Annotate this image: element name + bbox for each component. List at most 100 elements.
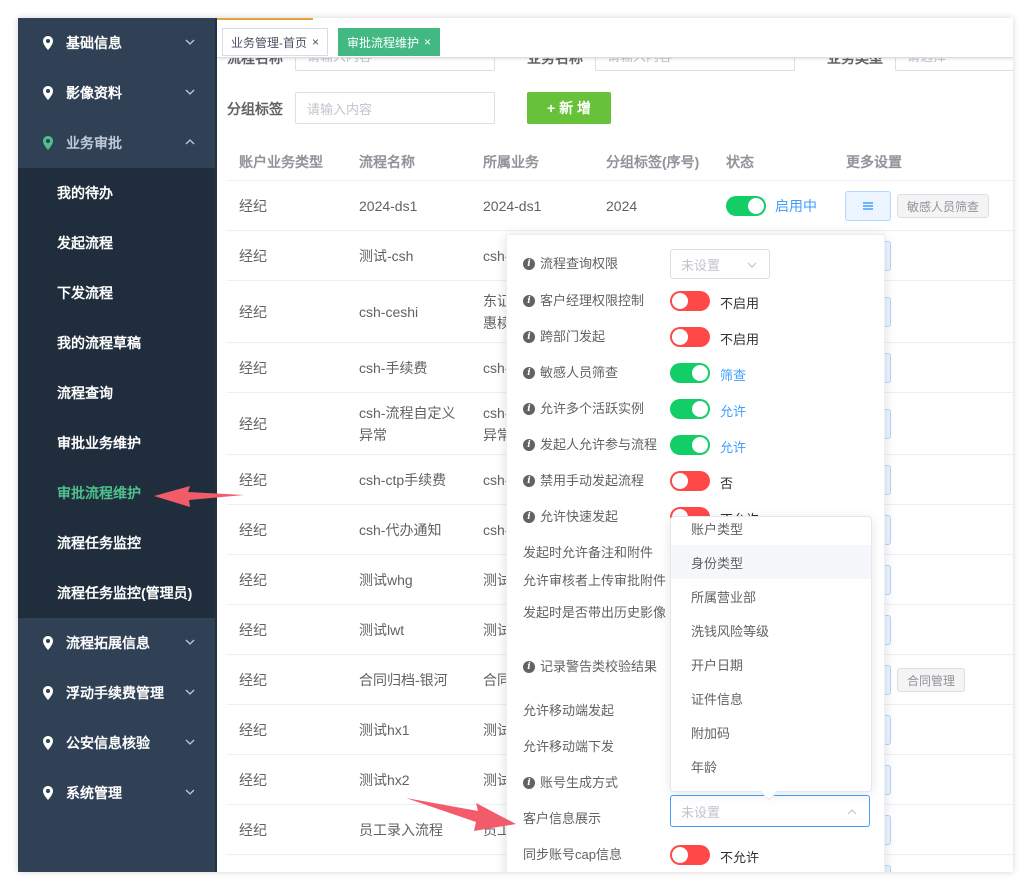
sidebar-item-process-query[interactable]: 流程查询 — [18, 368, 215, 418]
setting-switch[interactable] — [670, 327, 710, 347]
info-icon[interactable]: i — [523, 258, 535, 270]
sidebar-group-system-mgmt[interactable]: 系统管理 — [18, 768, 215, 818]
cell-process-name: csh-代办通知 — [359, 522, 442, 538]
setting-label-text: 允许移动端下发 — [523, 739, 615, 754]
cell-process-name: csh-流程自定义 异常 — [359, 405, 456, 443]
setting-label: 允许审核者上传审批附件 — [523, 572, 673, 590]
cell-account-type: 经纪 — [239, 722, 267, 738]
info-icon[interactable]: i — [523, 367, 535, 379]
info-icon[interactable]: i — [523, 511, 535, 523]
setting-label-text: 允许移动端发起 — [523, 703, 615, 718]
setting-label: i 账号生成方式 — [523, 774, 618, 792]
dropdown-option[interactable]: 附加码 — [671, 715, 871, 749]
sidebar-item-start-process[interactable]: 发起流程 — [18, 218, 215, 268]
setting-switch[interactable] — [670, 399, 710, 419]
col-header-more[interactable]: 更多设置 — [846, 152, 902, 172]
sidebar-item-approval-process-maint[interactable]: 审批流程维护 — [18, 468, 215, 518]
setting-label-text: 允许审核者上传审批附件 — [523, 573, 667, 588]
sidebar-item-task-monitor-admin[interactable]: 流程任务监控(管理员) — [18, 568, 215, 618]
cell-process-name: csh-ctp手续费 — [359, 472, 447, 488]
dropdown-option[interactable]: 洗钱风险等级 — [671, 613, 871, 647]
sidebar-item-my-drafts[interactable]: 我的流程草稿 — [18, 318, 215, 368]
sidebar-item-task-monitor[interactable]: 流程任务监控 — [18, 518, 215, 568]
setting-label-text: 流程查询权限 — [540, 256, 619, 271]
dropdown-option[interactable]: 开户日期 — [671, 647, 871, 681]
setting-switch-text: 筛查 — [720, 368, 747, 383]
chevron-down-icon — [747, 262, 757, 268]
setting-label-text: 敏感人员筛查 — [540, 365, 619, 380]
sidebar-group-label: 系统管理 — [66, 785, 122, 801]
cell-process-name: 测试hx1 — [359, 722, 410, 738]
location-pin-icon — [43, 686, 53, 700]
col-header-account-type[interactable]: 账户业务类型 — [239, 152, 323, 172]
add-button[interactable]: + 新 增 — [527, 92, 611, 124]
col-header-group-tag[interactable]: 分组标签(序号) — [606, 152, 699, 172]
tab-business-home[interactable]: 业务管理-首页 × — [222, 28, 329, 56]
chevron-up-icon — [185, 139, 195, 145]
setting-switch-text: 允许 — [720, 404, 747, 419]
sidebar-item-issue-process[interactable]: 下发流程 — [18, 268, 215, 318]
chevron-down-icon — [185, 739, 195, 745]
status-switch[interactable] — [726, 196, 766, 216]
setting-switch[interactable] — [670, 845, 710, 865]
sidebar-item-approval-business-maint[interactable]: 审批业务维护 — [18, 418, 215, 468]
sidebar-group-basic-info[interactable]: 基础信息 — [18, 18, 215, 68]
query-permission-select[interactable]: 未设置 — [670, 249, 770, 279]
dropdown-option[interactable]: 身份类型 — [671, 545, 871, 579]
sidebar-item-label: 发起流程 — [57, 235, 113, 251]
setting-switch[interactable] — [670, 291, 710, 311]
setting-switch[interactable] — [670, 435, 710, 455]
customer-info-select[interactable]: 未设置 — [670, 795, 870, 827]
sidebar-item-label: 我的待办 — [57, 185, 113, 201]
setting-switch-text: 不允许 — [720, 850, 760, 865]
sidebar-group-label: 浮动手续费管理 — [66, 685, 164, 701]
sidebar-item-my-todo[interactable]: 我的待办 — [18, 168, 215, 218]
setting-label-text: 禁用手动发起流程 — [540, 473, 645, 488]
sidebar-group-business-approval[interactable]: 业务审批 — [18, 118, 215, 168]
sidebar-group-floating-fee[interactable]: 浮动手续费管理 — [18, 668, 215, 718]
setting-label-text: 发起时允许备注和附件 — [523, 545, 654, 560]
dropdown-option[interactable]: 证件信息 — [671, 681, 871, 715]
info-icon[interactable]: i — [523, 475, 535, 487]
select-value: 未设置 — [681, 804, 721, 820]
info-icon[interactable]: i — [523, 295, 535, 307]
sidebar-item-label: 流程查询 — [57, 385, 113, 401]
sidebar-group-image-data[interactable]: 影像资料 — [18, 68, 215, 118]
sidebar-group-police-verify[interactable]: 公安信息核验 — [18, 718, 215, 768]
setting-label-text: 记录警告类校验结果 — [540, 659, 658, 674]
info-icon[interactable]: i — [523, 331, 535, 343]
setting-label-text: 跨部门发起 — [540, 329, 606, 344]
setting-label: 允许移动端下发 — [523, 738, 614, 756]
info-icon[interactable]: i — [523, 777, 535, 789]
setting-switch-text: 不启用 — [720, 296, 760, 311]
cell-group-tag: 2024 — [606, 198, 638, 214]
close-icon[interactable]: × — [424, 35, 431, 49]
dropdown-option[interactable]: 年龄 — [671, 749, 871, 783]
cell-process-name: 2024-ds1 — [359, 198, 418, 214]
tab-approval-process-maint[interactable]: 审批流程维护 × — [338, 28, 441, 56]
dropdown-option[interactable]: 所属营业部 — [671, 579, 871, 613]
setting-switch[interactable] — [670, 363, 710, 383]
close-icon[interactable]: × — [312, 35, 319, 49]
info-icon[interactable]: i — [523, 439, 535, 451]
location-pin-icon — [43, 636, 53, 650]
more-settings-button[interactable] — [845, 191, 891, 221]
cell-process-name: 合同归档-银河 — [359, 672, 448, 688]
sidebar-item-label: 下发流程 — [57, 285, 113, 301]
col-header-business[interactable]: 所属业务 — [483, 152, 539, 172]
sidebar-item-label: 审批业务维护 — [57, 435, 141, 451]
setting-label: i 客户经理权限控制 — [523, 292, 644, 310]
setting-switch[interactable] — [670, 471, 710, 491]
col-header-status[interactable]: 状态 — [726, 152, 754, 172]
chevron-down-icon — [185, 39, 195, 45]
setting-label: i 记录警告类校验结果 — [523, 658, 657, 676]
setting-label: i 流程查询权限 — [523, 255, 618, 273]
info-icon[interactable]: i — [523, 661, 535, 673]
sidebar-group-process-extension[interactable]: 流程拓展信息 — [18, 618, 215, 668]
info-icon[interactable]: i — [523, 403, 535, 415]
group-tag-input[interactable]: 请输入内容 — [295, 92, 495, 124]
dropdown-option[interactable]: 账户类型 — [671, 511, 871, 545]
cell-account-type: 经纪 — [239, 522, 267, 538]
sidebar-group-label: 流程拓展信息 — [66, 635, 150, 651]
col-header-process-name[interactable]: 流程名称 — [359, 152, 415, 172]
